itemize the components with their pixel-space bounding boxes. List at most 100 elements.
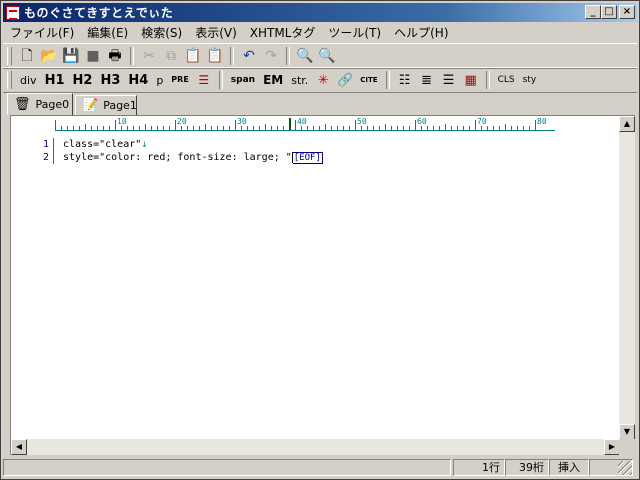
- gutter-divider: [53, 138, 54, 164]
- status-line: 1行: [453, 459, 505, 476]
- ruler-tick: [217, 126, 218, 130]
- ruler-tick: [211, 126, 212, 130]
- h2-tag-button[interactable]: H2: [69, 70, 97, 90]
- pre-tag-button[interactable]: PRE: [167, 70, 193, 90]
- copy-icon[interactable]: ⧉: [160, 46, 182, 66]
- ruler-tick: [409, 126, 410, 130]
- menu-help[interactable]: ヘルプ(H): [387, 24, 454, 41]
- scroll-up-button[interactable]: ▲: [619, 116, 635, 132]
- toolbar-separator: [385, 71, 390, 89]
- ruler-tick: [205, 124, 206, 130]
- title-bar[interactable]: ものぐさてきすとえでぃた _ □ ×: [3, 3, 637, 22]
- ruler-tick: [55, 120, 56, 130]
- ruler-tick: [259, 126, 260, 130]
- ruler-tick: [337, 126, 338, 130]
- horizontal-scrollbar[interactable]: ◀ ▶: [11, 439, 620, 455]
- break-icon[interactable]: ✳: [312, 70, 334, 90]
- status-bar: 1行 39桁 挿入: [3, 458, 637, 477]
- ruler-tick: [127, 126, 128, 130]
- vertical-scrollbar[interactable]: ▲ ▼: [619, 116, 635, 440]
- ruler-tick: [175, 120, 176, 130]
- cite-tag-button[interactable]: CITE: [356, 70, 381, 90]
- toolbar-separator: [485, 71, 490, 89]
- menu-file[interactable]: ファイル(F): [3, 24, 80, 41]
- close-button[interactable]: ×: [619, 5, 635, 19]
- resize-grip-icon[interactable]: [618, 461, 632, 475]
- new-file-icon[interactable]: 🗋: [16, 46, 38, 66]
- menu-edit[interactable]: 編集(E): [80, 24, 134, 41]
- minimize-button[interactable]: _: [585, 5, 601, 19]
- trash-icon: 🗑: [14, 97, 31, 112]
- text-content[interactable]: class="clear"↓ style="color: red; font-s…: [63, 138, 323, 164]
- save-icon[interactable]: 💾: [60, 46, 82, 66]
- scroll-left-button[interactable]: ◀: [11, 439, 27, 455]
- ruler-tick: [313, 126, 314, 130]
- app-icon[interactable]: [6, 5, 20, 20]
- ruler-tick: [283, 126, 284, 130]
- replace-icon[interactable]: 🔍: [316, 46, 338, 66]
- close-file-icon[interactable]: ■: [82, 46, 104, 66]
- tab-page0[interactable]: 🗑 Page0: [7, 93, 73, 115]
- definition-list-icon[interactable]: ☰: [438, 70, 460, 90]
- status-message: [3, 459, 451, 476]
- ruler-tick: [151, 126, 152, 130]
- table-icon[interactable]: ▦: [460, 70, 482, 90]
- unordered-list-icon[interactable]: ☷: [394, 70, 416, 90]
- ruler-tick: [91, 126, 92, 130]
- text-line[interactable]: class="clear"↓: [63, 138, 323, 151]
- ruler-tick: [187, 126, 188, 130]
- h1-tag-button[interactable]: H1: [41, 70, 69, 90]
- ruler-tick: [139, 126, 140, 130]
- span-tag-button[interactable]: span: [227, 70, 259, 90]
- ruler-tick: [169, 126, 170, 130]
- p-tag-button[interactable]: p: [152, 70, 167, 90]
- line-number: 1: [42, 139, 49, 150]
- ruler-tick: [271, 126, 272, 130]
- strong-tag-button[interactable]: str.: [287, 70, 312, 90]
- em-tag-button[interactable]: EM: [259, 70, 287, 90]
- status-mode: 挿入: [549, 459, 589, 476]
- h4-tag-button[interactable]: H4: [124, 70, 152, 90]
- h3-tag-button[interactable]: H3: [96, 70, 124, 90]
- paste-icon[interactable]: 📋: [182, 46, 204, 66]
- ruler-tick: [115, 120, 116, 130]
- ruler-tick: [523, 126, 524, 130]
- hr-line-icon[interactable]: ☰: [193, 70, 215, 90]
- ruler-tick: [121, 126, 122, 130]
- scroll-down-button[interactable]: ▼: [619, 424, 635, 440]
- search-icon[interactable]: 🔍: [294, 46, 316, 66]
- ruler-tick: [109, 126, 110, 130]
- ruler-tick: [529, 126, 530, 130]
- scroll-right-button[interactable]: ▶: [604, 439, 620, 455]
- menu-tools[interactable]: ツール(T): [321, 24, 387, 41]
- undo-icon[interactable]: ↶: [238, 46, 260, 66]
- ordered-list-icon[interactable]: ≣: [416, 70, 438, 90]
- style-attr-button[interactable]: sty: [519, 70, 541, 90]
- open-folder-icon[interactable]: 📂: [38, 46, 60, 66]
- status-extra: [589, 459, 633, 476]
- ruler-tick: [487, 126, 488, 130]
- tab-page1[interactable]: 📝 Page1: [75, 95, 137, 115]
- ruler-tick: [67, 126, 68, 130]
- toolbar-grip[interactable]: [7, 71, 12, 89]
- redo-icon[interactable]: ↷: [260, 46, 282, 66]
- text-line[interactable]: style="color: red; font-size: large; " [E…: [63, 151, 323, 164]
- tab-label: Page0: [35, 98, 70, 111]
- paste-special-icon[interactable]: 📋: [204, 46, 226, 66]
- link-icon[interactable]: 🔗: [334, 70, 356, 90]
- menu-xhtml-tags[interactable]: XHTMLタグ: [243, 24, 322, 41]
- text-editor[interactable]: 10 20 30 40 50 60 70 80 1 2 class="clear"↓ styl…: [10, 115, 635, 455]
- toolbar-grip[interactable]: [7, 47, 12, 65]
- class-attr-button[interactable]: CLS: [494, 70, 519, 90]
- maximize-button[interactable]: □: [601, 5, 617, 19]
- ruler-tick: [463, 126, 464, 130]
- ruler-tick: [433, 126, 434, 130]
- ruler-tick: [145, 124, 146, 130]
- edit-page-icon: 📝: [82, 98, 99, 113]
- cut-icon[interactable]: ✂: [138, 46, 160, 66]
- print-icon[interactable]: 🖶: [104, 46, 126, 66]
- menu-search[interactable]: 検索(S): [134, 24, 188, 41]
- div-tag-button[interactable]: div: [16, 70, 41, 90]
- ruler-tick: [349, 126, 350, 130]
- menu-view[interactable]: 表示(V): [188, 24, 243, 41]
